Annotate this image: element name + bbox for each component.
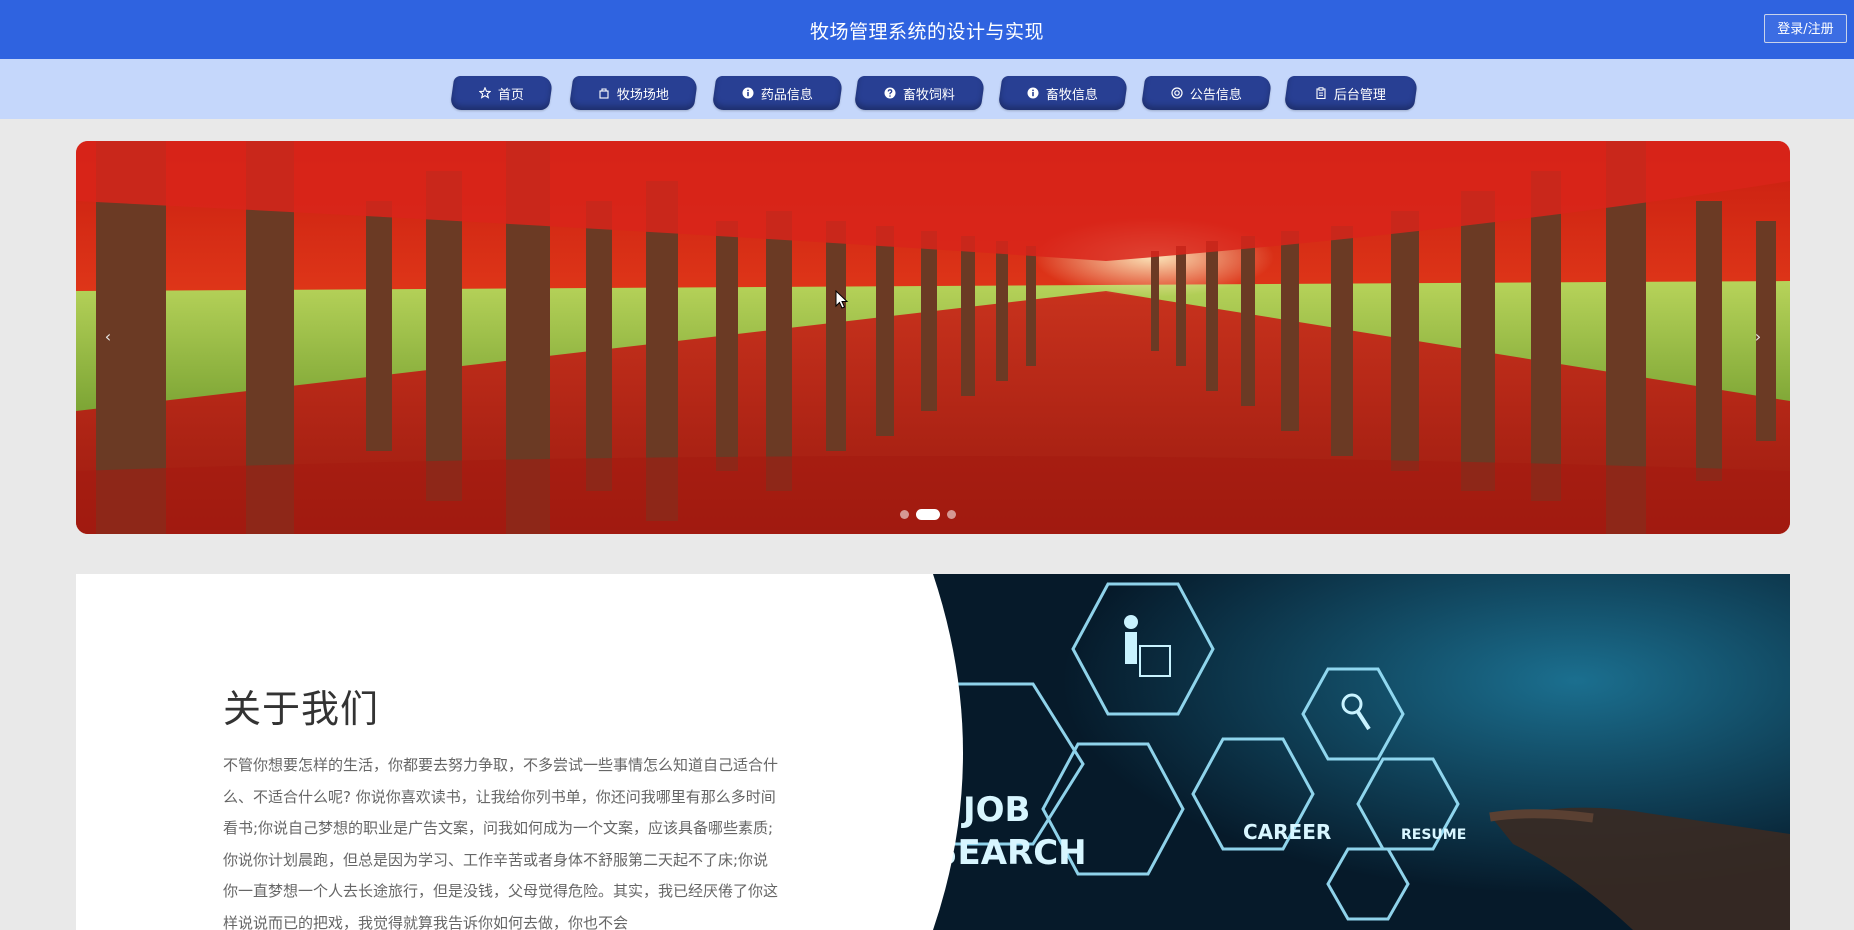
- about-title: 关于我们: [223, 687, 380, 731]
- carousel-prev-arrow[interactable]: ‹: [98, 325, 118, 349]
- site-title: 牧场管理系统的设计与实现: [809, 21, 1044, 43]
- nav-item-medicine[interactable]: 药品信息: [711, 76, 844, 110]
- carousel-dot[interactable]: [900, 510, 909, 519]
- nav-item-label: 牧场场地: [616, 87, 669, 103]
- info-icon: [742, 87, 754, 99]
- nav-item-farm-site[interactable]: 牧场场地: [568, 76, 699, 110]
- carousel-next-arrow[interactable]: ›: [1748, 325, 1768, 349]
- nav-item-label: 药品信息: [760, 87, 813, 103]
- mouse-cursor-icon: [835, 290, 849, 309]
- building-icon: [598, 87, 610, 99]
- carousel-dot[interactable]: [947, 510, 956, 519]
- star-icon: [478, 87, 491, 99]
- nav-item-label: 畜牧信息: [1046, 87, 1099, 103]
- nav-item-label: 首页: [497, 87, 524, 103]
- top-header: 牧场管理系统的设计与实现 登录/注册: [0, 0, 1854, 59]
- image-word: CAREER: [1243, 820, 1331, 844]
- info-icon: [1027, 87, 1039, 99]
- main-nav: 首页 牧场场地 药品信息 畜牧饲料 畜牧信息 公告信息 后台管理: [0, 59, 1854, 119]
- image-word: RESUME: [1401, 827, 1466, 843]
- clipboard-icon: [1315, 87, 1327, 99]
- image-word: JOB: [961, 790, 1030, 830]
- nav-item-label: 公告信息: [1189, 87, 1242, 103]
- carousel-indicators: [900, 509, 956, 520]
- nav-item-home[interactable]: 首页: [449, 76, 554, 110]
- nav-item-admin[interactable]: 后台管理: [1283, 76, 1419, 110]
- image-word: SEARCH: [933, 833, 1087, 873]
- about-text: 不管你想要怎样的生活，你都要去努力争取，不多尝试一些事情怎么知道自己适合什么、不…: [223, 756, 779, 930]
- circle-icon: [1171, 87, 1183, 99]
- red-tree-avenue-image: [76, 141, 1790, 534]
- nav-item-label: 后台管理: [1334, 87, 1387, 103]
- banner-carousel[interactable]: ‹ ›: [76, 141, 1790, 534]
- nav-item-label: 畜牧饲料: [902, 87, 955, 103]
- about-section: 关于我们 不管你想要怎样的生活，你都要去努力争取，不多尝试一些事情怎么知道自己适…: [76, 574, 1790, 930]
- job-search-image: JOB SEARCH CAREER RESUME: [933, 574, 1790, 930]
- question-icon: [884, 87, 896, 99]
- login-register-button[interactable]: 登录/注册: [1764, 14, 1847, 43]
- carousel-dot-active[interactable]: [916, 509, 940, 520]
- nav-item-feed[interactable]: 畜牧饲料: [853, 76, 986, 110]
- nav-item-notice[interactable]: 公告信息: [1140, 76, 1273, 110]
- nav-item-livestock[interactable]: 畜牧信息: [997, 76, 1129, 110]
